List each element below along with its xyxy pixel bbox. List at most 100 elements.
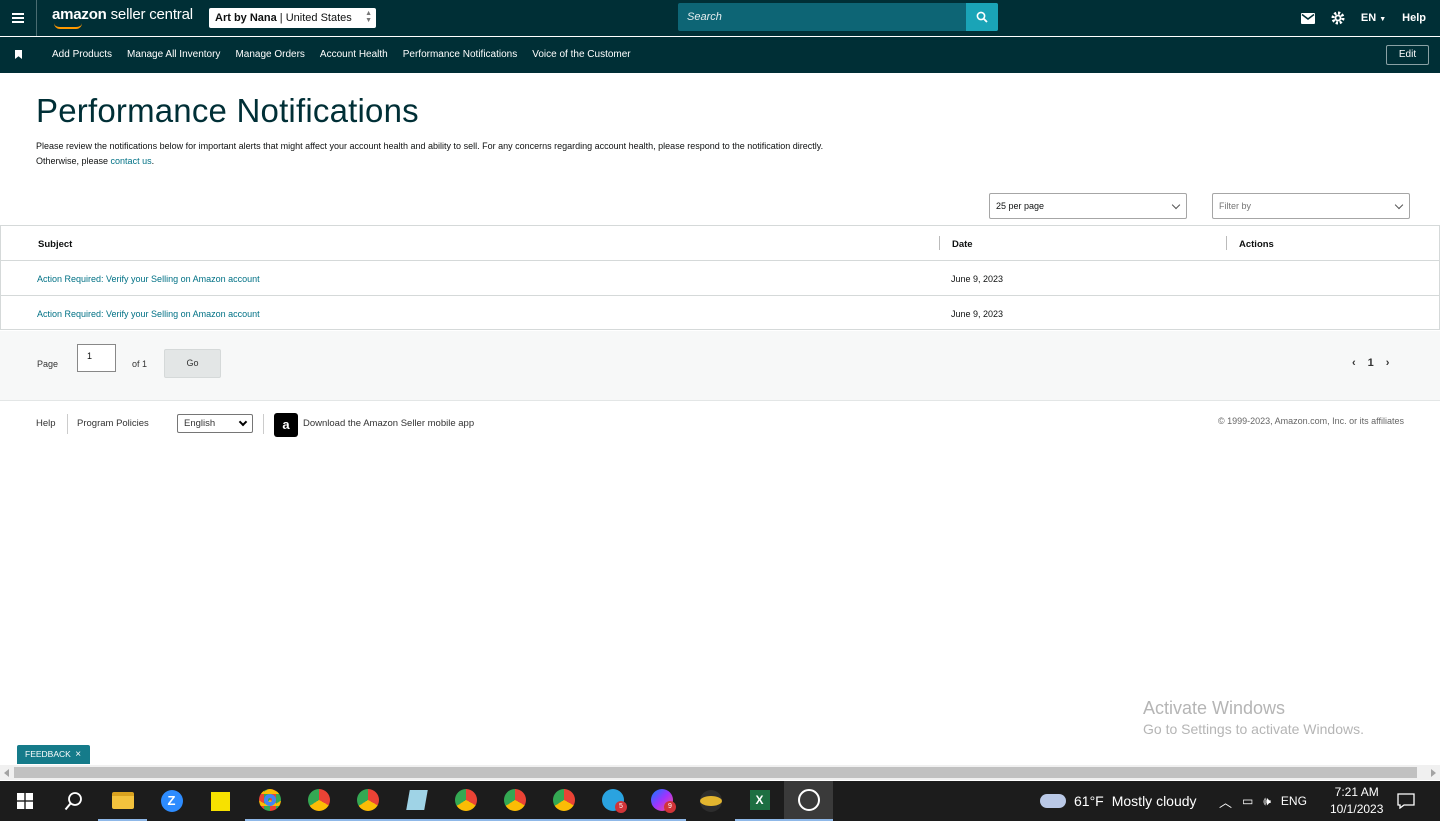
feedback-tab[interactable]: FEEDBACK × bbox=[17, 745, 90, 764]
windows-taskbar: Z 5 9 X 61°F Mostly cloudy ︿ ▭ 🕪 ENG 7:2… bbox=[0, 781, 1440, 821]
messenger-icon[interactable]: 9 bbox=[637, 781, 686, 821]
mail-icon[interactable] bbox=[1300, 12, 1315, 24]
watermark-subtitle: Go to Settings to activate Windows. bbox=[1143, 721, 1364, 737]
edit-bookmarks-button[interactable]: Edit bbox=[1386, 45, 1429, 65]
weather-widget[interactable]: 61°F Mostly cloudy bbox=[1040, 781, 1197, 821]
search-box[interactable]: Search bbox=[678, 3, 998, 31]
footer: Help Program Policies English a Download… bbox=[0, 402, 1440, 442]
notification-badge: 9 bbox=[664, 801, 676, 813]
language-menu[interactable]: EN ▼ bbox=[1361, 12, 1386, 24]
chrome-profile-icon[interactable] bbox=[294, 781, 343, 821]
app-icon[interactable] bbox=[686, 781, 735, 821]
column-divider bbox=[1226, 236, 1227, 250]
zoom-app-icon[interactable]: Z bbox=[147, 781, 196, 821]
filter-dropdown[interactable]: Filter by bbox=[1212, 193, 1410, 219]
store-selector[interactable]: Art by Nana | United States ▲ ▼ bbox=[209, 8, 376, 28]
notifications-table: Subject Date Actions Action Required: Ve… bbox=[0, 225, 1440, 330]
keyboard-language[interactable]: ENG bbox=[1281, 794, 1307, 808]
telegram-icon[interactable]: 5 bbox=[588, 781, 637, 821]
program-policies-link[interactable]: Program Policies bbox=[77, 418, 149, 429]
nav-item-performance-notifications[interactable]: Performance Notifications bbox=[403, 49, 518, 60]
chrome-icon[interactable] bbox=[441, 781, 490, 821]
nav-item-add-products[interactable]: Add Products bbox=[52, 49, 112, 60]
chevron-up-icon[interactable]: ︿ bbox=[1219, 792, 1232, 811]
weather-temperature: 61°F bbox=[1074, 793, 1104, 809]
horizontal-scrollbar[interactable] bbox=[0, 765, 1440, 780]
table-row: Action Required: Verify your Selling on … bbox=[1, 296, 1439, 331]
scroll-left-arrow-icon[interactable] bbox=[4, 769, 9, 777]
menu-icon[interactable] bbox=[0, 0, 37, 36]
per-page-value: 25 per page bbox=[996, 201, 1045, 211]
footer-divider bbox=[67, 414, 68, 434]
windows-start-icon[interactable] bbox=[0, 781, 49, 821]
gear-icon[interactable] bbox=[1331, 11, 1345, 25]
store-name: Art by Nana bbox=[215, 12, 277, 24]
logo-smile-icon bbox=[54, 23, 82, 29]
chevron-down-icon bbox=[1394, 200, 1404, 210]
seller-central-logo[interactable]: amazon seller central bbox=[52, 6, 193, 29]
activate-windows-watermark: Activate Windows Go to Settings to activ… bbox=[1143, 698, 1364, 737]
download-app-link[interactable]: Download the Amazon Seller mobile app bbox=[303, 418, 474, 429]
column-header-subject[interactable]: Subject bbox=[38, 239, 72, 250]
clock-date: 10/1/2023 bbox=[1330, 802, 1384, 816]
bookmark-nav-bar: Add Products Manage All Inventory Manage… bbox=[0, 37, 1440, 73]
notepad-icon[interactable] bbox=[392, 781, 441, 821]
search-icon[interactable] bbox=[49, 781, 98, 821]
page-description: Please review the notifications below fo… bbox=[36, 139, 976, 169]
chevron-down-icon bbox=[1171, 200, 1181, 210]
watermark-title: Activate Windows bbox=[1143, 698, 1286, 718]
nav-item-voice-of-customer[interactable]: Voice of the Customer bbox=[532, 49, 630, 60]
nav-item-manage-inventory[interactable]: Manage All Inventory bbox=[127, 49, 220, 60]
search-button[interactable] bbox=[966, 3, 998, 31]
language-label: EN bbox=[1360, 12, 1377, 24]
notification-date: June 9, 2023 bbox=[951, 274, 1004, 284]
chrome-profile-icon[interactable] bbox=[343, 781, 392, 821]
language-select-value: English bbox=[184, 418, 216, 429]
notification-center-icon[interactable] bbox=[1397, 781, 1415, 821]
page-label: Page bbox=[37, 359, 59, 369]
meet-now-icon[interactable]: ▭ bbox=[1242, 794, 1253, 808]
file-explorer-icon[interactable] bbox=[98, 781, 147, 821]
table-row: Action Required: Verify your Selling on … bbox=[1, 261, 1439, 296]
volume-icon[interactable]: 🕪 bbox=[1263, 794, 1271, 809]
page-number-input[interactable]: 1 bbox=[77, 344, 116, 372]
nav-item-manage-orders[interactable]: Manage Orders bbox=[235, 49, 304, 60]
nav-item-account-health[interactable]: Account Health bbox=[320, 49, 388, 60]
description-line-2: Otherwise, please contact us. bbox=[36, 154, 976, 169]
bookmark-icon[interactable] bbox=[15, 50, 22, 59]
help-link[interactable]: Help bbox=[1402, 12, 1426, 24]
footer-divider bbox=[263, 414, 264, 434]
chrome-profile-icon[interactable] bbox=[539, 781, 588, 821]
chevron-down-icon bbox=[238, 417, 248, 427]
chrome-profile-icon[interactable] bbox=[245, 781, 294, 821]
weather-description: Mostly cloudy bbox=[1111, 793, 1197, 809]
search-input[interactable]: Search bbox=[687, 11, 722, 23]
amazon-app-icon[interactable]: a bbox=[274, 413, 298, 437]
scrollbar-thumb[interactable] bbox=[14, 767, 1417, 778]
language-select[interactable]: English bbox=[177, 414, 253, 433]
bookmark-links: Add Products Manage All Inventory Manage… bbox=[52, 49, 631, 60]
notification-subject-link[interactable]: Action Required: Verify your Selling on … bbox=[37, 274, 260, 284]
footer-help-link[interactable]: Help bbox=[36, 418, 56, 429]
pagination-bar: Page 1 of 1 Go ‹ 1 › bbox=[0, 331, 1440, 401]
search-icon bbox=[976, 11, 988, 23]
per-page-dropdown[interactable]: 25 per page bbox=[989, 193, 1187, 219]
chevron-left-icon[interactable]: ‹ bbox=[1352, 357, 1356, 369]
photos-icon[interactable] bbox=[784, 781, 833, 821]
caret-down-icon: ▼ bbox=[1379, 16, 1387, 23]
system-tray: ︿ ▭ 🕪 ENG bbox=[1219, 781, 1307, 821]
scroll-right-arrow-icon[interactable] bbox=[1431, 769, 1436, 777]
clock[interactable]: 7:21 AM 10/1/2023 bbox=[1330, 781, 1383, 821]
logo-product: seller central bbox=[106, 6, 193, 23]
notification-subject-link[interactable]: Action Required: Verify your Selling on … bbox=[37, 309, 260, 319]
close-icon[interactable]: × bbox=[75, 749, 81, 760]
excel-icon[interactable]: X bbox=[735, 781, 784, 821]
sticky-notes-icon[interactable] bbox=[196, 781, 245, 821]
go-button[interactable]: Go bbox=[164, 349, 221, 378]
column-header-date[interactable]: Date bbox=[952, 239, 973, 250]
chevron-right-icon[interactable]: › bbox=[1386, 357, 1390, 369]
current-page-number[interactable]: 1 bbox=[1368, 357, 1374, 369]
chrome-profile-icon[interactable] bbox=[490, 781, 539, 821]
logo-brand: amazon bbox=[52, 6, 107, 23]
contact-us-link[interactable]: contact us bbox=[111, 156, 152, 166]
